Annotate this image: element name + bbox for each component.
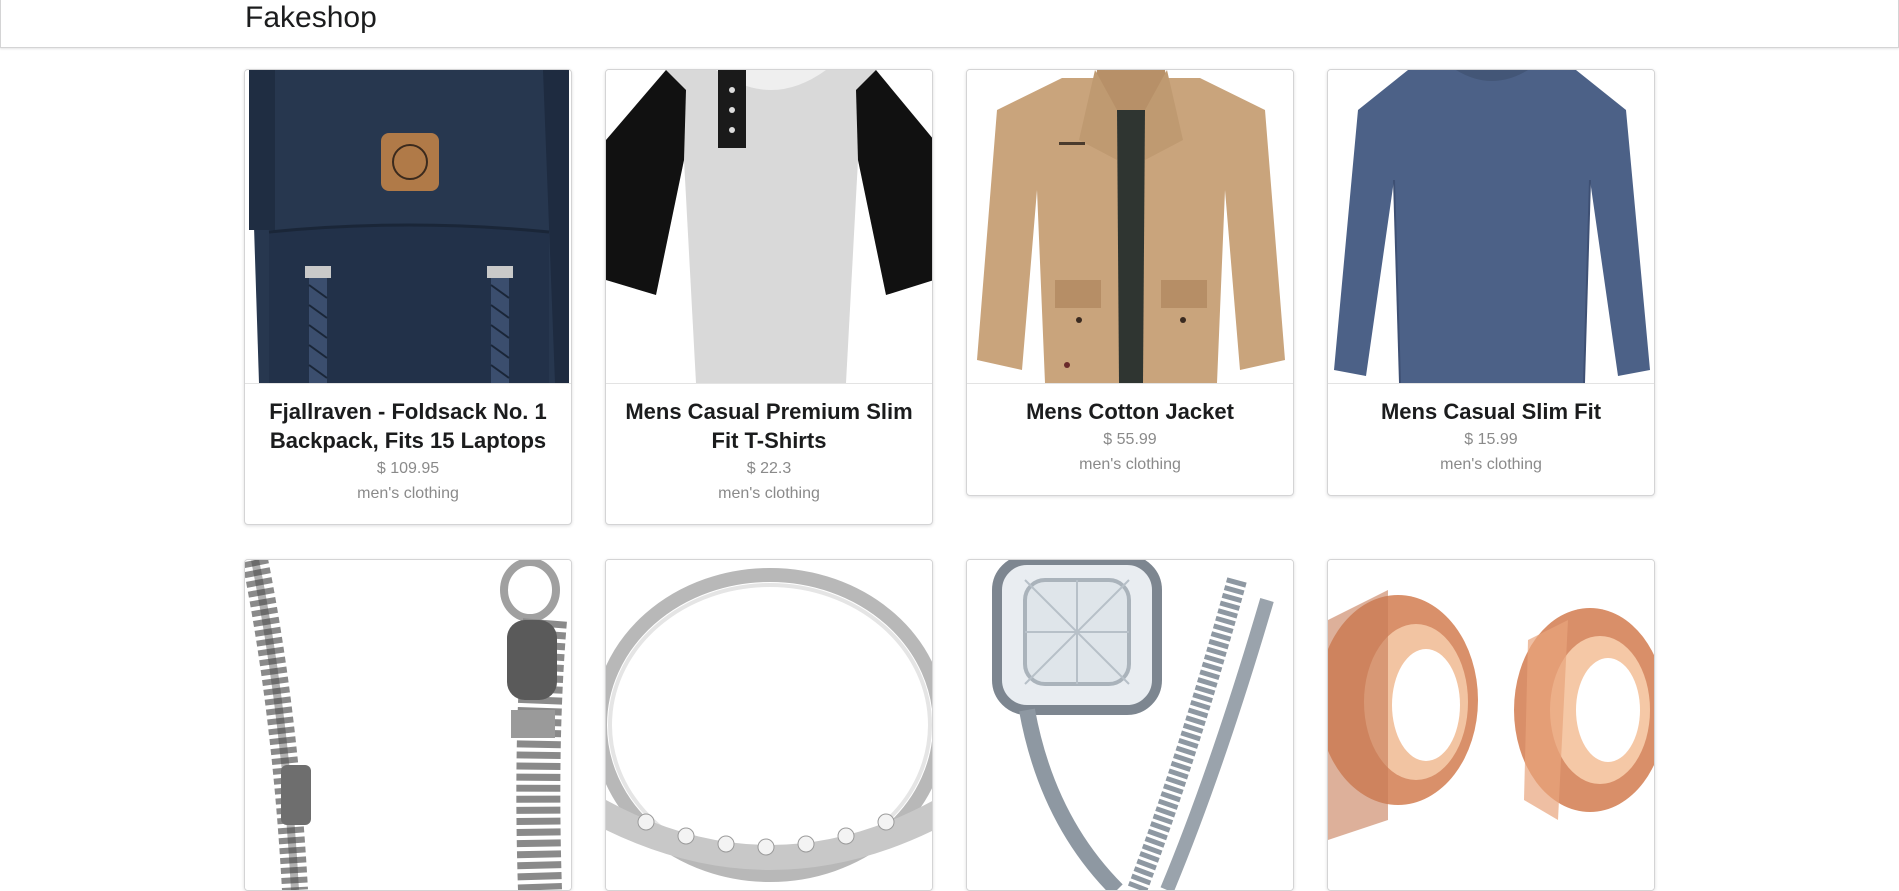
- silver-ring-image[interactable]: [606, 560, 932, 890]
- raglan-tshirt-image[interactable]: [606, 70, 932, 384]
- product-price: $ 55.99: [1103, 431, 1157, 448]
- card-content: Mens Casual Slim Fit $ 15.99 men's cloth…: [1328, 384, 1654, 495]
- slim-fit-shirt-image[interactable]: [1328, 70, 1654, 384]
- card-content: Mens Casual Premium Slim Fit T-Shirts $ …: [606, 384, 932, 524]
- product-title[interactable]: Mens Casual Premium Slim Fit T-Shirts: [620, 397, 918, 455]
- product-card[interactable]: [966, 559, 1294, 891]
- product-card[interactable]: Mens Casual Premium Slim Fit T-Shirts $ …: [605, 69, 933, 525]
- product-category: men's clothing: [1079, 456, 1181, 473]
- product-category: men's clothing: [718, 485, 820, 502]
- brand-title[interactable]: Fakeshop: [245, 0, 377, 36]
- product-price: $ 109.95: [376, 460, 440, 477]
- product-card[interactable]: [244, 559, 572, 891]
- backpack-image[interactable]: [245, 70, 571, 384]
- product-price: $ 22.3: [746, 460, 792, 477]
- product-price: $ 15.99: [1464, 431, 1518, 448]
- cotton-jacket-image[interactable]: [967, 70, 1293, 384]
- diamond-ring-set-image[interactable]: [967, 560, 1293, 890]
- rose-gold-plugs-image[interactable]: [1328, 560, 1654, 890]
- product-category: men's clothing: [357, 485, 459, 502]
- card-content: Mens Cotton Jacket $ 55.99 men's clothin…: [967, 384, 1293, 495]
- product-card[interactable]: Mens Casual Slim Fit $ 15.99 men's cloth…: [1327, 69, 1655, 496]
- product-grid: Fjallraven - Foldsack No. 1 Backpack, Fi…: [244, 69, 1656, 891]
- chain-bracelet-image[interactable]: [245, 560, 571, 890]
- top-menu-bar: Fakeshop: [0, 0, 1899, 48]
- product-card[interactable]: Fjallraven - Foldsack No. 1 Backpack, Fi…: [244, 69, 572, 525]
- product-title[interactable]: Fjallraven - Foldsack No. 1 Backpack, Fi…: [259, 397, 557, 455]
- product-card[interactable]: Mens Cotton Jacket $ 55.99 men's clothin…: [966, 69, 1294, 496]
- product-category: men's clothing: [1440, 456, 1542, 473]
- product-title[interactable]: Mens Casual Slim Fit: [1342, 397, 1640, 426]
- product-title[interactable]: Mens Cotton Jacket: [981, 397, 1279, 426]
- card-content: Fjallraven - Foldsack No. 1 Backpack, Fi…: [245, 384, 571, 524]
- product-card[interactable]: [605, 559, 933, 891]
- product-card[interactable]: [1327, 559, 1655, 891]
